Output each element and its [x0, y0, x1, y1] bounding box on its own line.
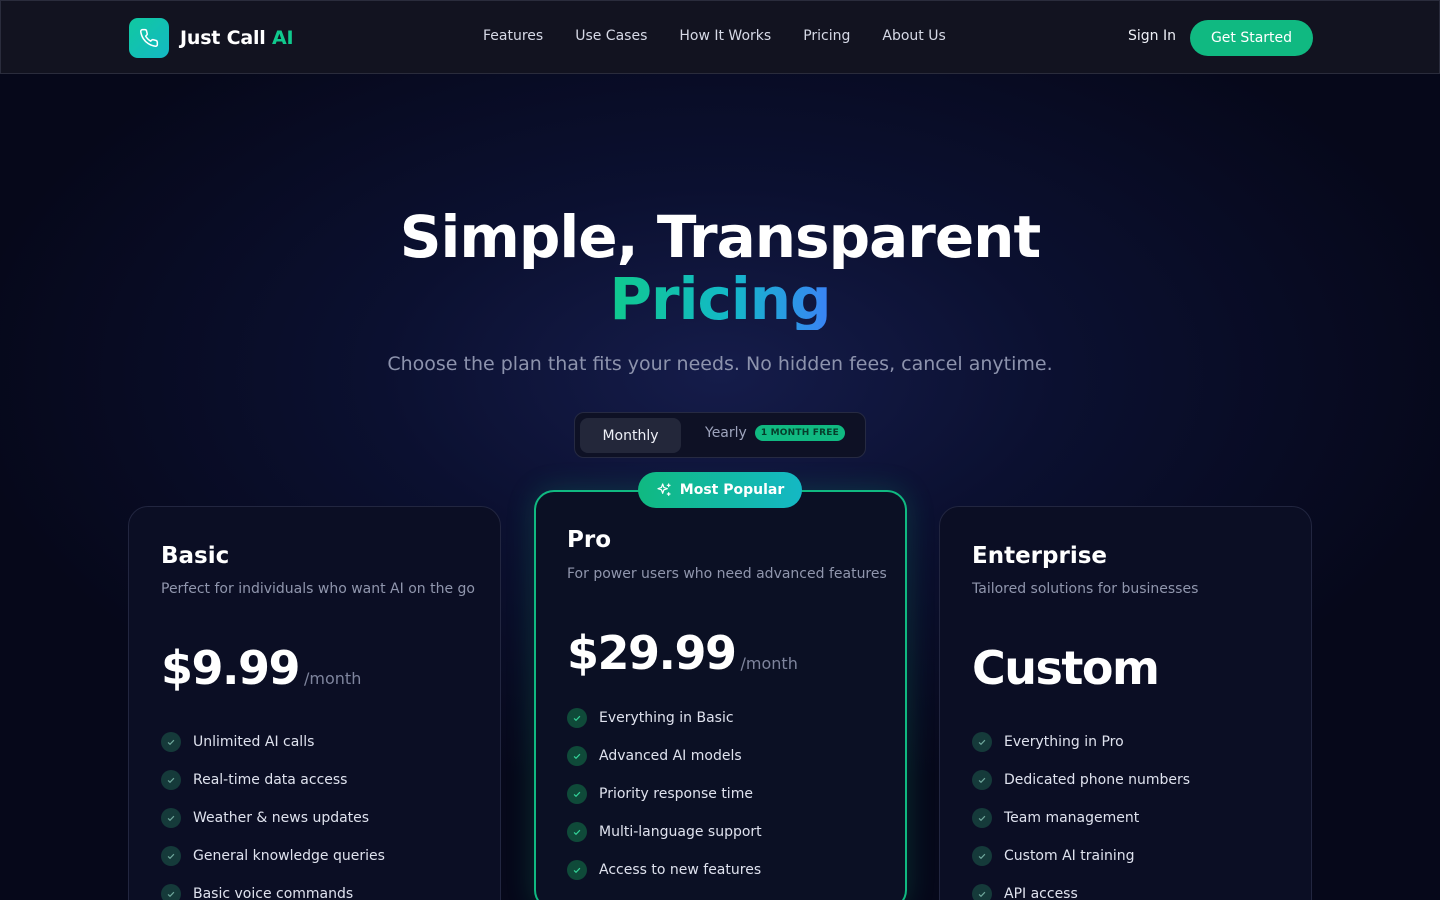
most-popular-badge: Most Popular [638, 472, 802, 508]
plan-name: Basic [161, 543, 230, 569]
check-icon [567, 860, 587, 880]
plan-name: Enterprise [972, 543, 1108, 569]
toggle-yearly-label: Yearly [705, 425, 747, 441]
logo-name: Just Call [180, 27, 266, 49]
logo-text: Just Call AI [180, 27, 294, 49]
plan-card-basic: Basic Perfect for individuals who want A… [128, 506, 501, 900]
feature-label: Real-time data access [193, 772, 348, 788]
get-started-button[interactable]: Get Started [1190, 20, 1313, 56]
check-icon [972, 732, 992, 752]
phone-icon [129, 18, 169, 58]
feature-label: Everything in Basic [599, 710, 734, 726]
list-item: Custom AI training [972, 837, 1190, 875]
plan-features: Everything in Pro Dedicated phone number… [972, 723, 1190, 900]
page-subtitle: Choose the plan that fits your needs. No… [387, 353, 1053, 375]
check-icon [161, 732, 181, 752]
nav-link-how-it-works[interactable]: How It Works [679, 28, 771, 44]
list-item: Unlimited AI calls [161, 723, 385, 761]
title-line-2: Pricing [609, 265, 831, 333]
check-icon [161, 808, 181, 828]
plan-period: /month [304, 669, 362, 688]
list-item: Priority response time [567, 775, 762, 813]
plan-card-enterprise: Enterprise Tailored solutions for busine… [939, 506, 1312, 900]
sparkle-icon [657, 483, 671, 496]
check-icon [161, 846, 181, 866]
feature-label: Multi-language support [599, 824, 762, 840]
toggle-yearly[interactable]: Yearly 1 MONTH FREE [705, 425, 845, 441]
nav-link-use-cases[interactable]: Use Cases [575, 28, 647, 44]
check-icon [972, 884, 992, 900]
feature-label: Dedicated phone numbers [1004, 772, 1191, 788]
list-item: General knowledge queries [161, 837, 385, 875]
title-line-1: Simple, Transparent [399, 203, 1041, 271]
list-item: Everything in Basic [567, 699, 762, 737]
plan-price: $29.99 [567, 626, 737, 680]
sign-in-link[interactable]: Sign In [1128, 28, 1176, 44]
plan-card-pro: Pro For power users who need advanced fe… [534, 490, 907, 900]
feature-label: Everything in Pro [1004, 734, 1124, 750]
list-item: Dedicated phone numbers [972, 761, 1190, 799]
plan-price-row: $29.99 /month [567, 626, 798, 680]
top-navbar: Just Call AI Features Use Cases How It W… [0, 0, 1440, 74]
feature-label: Access to new features [599, 862, 762, 878]
nav-link-pricing[interactable]: Pricing [803, 28, 850, 44]
yearly-discount-badge: 1 MONTH FREE [754, 425, 845, 441]
list-item: Basic voice commands [161, 875, 385, 900]
feature-label: Weather & news updates [193, 810, 370, 826]
check-icon [567, 822, 587, 842]
billing-toggle: Monthly Yearly 1 MONTH FREE [574, 412, 866, 458]
logo-accent: AI [272, 27, 294, 49]
list-item: Real-time data access [161, 761, 385, 799]
check-icon [161, 770, 181, 790]
feature-label: Basic voice commands [193, 886, 354, 900]
feature-label: General knowledge queries [193, 848, 385, 864]
plan-features: Everything in Basic Advanced AI models P… [567, 699, 762, 889]
list-item: Advanced AI models [567, 737, 762, 775]
plan-price: Custom [972, 641, 1160, 695]
plan-description: Tailored solutions for businesses [972, 581, 1199, 597]
feature-label: Priority response time [599, 786, 753, 802]
plan-period: /month [740, 654, 798, 673]
plan-price-row: $9.99 /month [161, 641, 361, 695]
logo[interactable]: Just Call AI [129, 18, 294, 58]
plan-name: Pro [567, 527, 612, 553]
feature-label: API access [1004, 886, 1078, 900]
feature-label: Custom AI training [1004, 848, 1135, 864]
check-icon [161, 884, 181, 900]
list-item: API access [972, 875, 1190, 900]
plan-price: $9.99 [161, 641, 301, 695]
list-item: Weather & news updates [161, 799, 385, 837]
check-icon [567, 708, 587, 728]
feature-label: Advanced AI models [599, 748, 742, 764]
page-title: Simple, Transparent Pricing [0, 206, 1440, 330]
plan-description: Perfect for individuals who want AI on t… [161, 581, 475, 597]
check-icon [972, 846, 992, 866]
check-icon [972, 770, 992, 790]
feature-label: Team management [1004, 810, 1140, 826]
feature-label: Unlimited AI calls [193, 734, 315, 750]
list-item: Everything in Pro [972, 723, 1190, 761]
check-icon [567, 746, 587, 766]
plan-description: For power users who need advanced featur… [567, 566, 887, 582]
nav-links: Features Use Cases How It Works Pricing … [483, 28, 978, 44]
most-popular-label: Most Popular [679, 482, 785, 498]
list-item: Access to new features [567, 851, 762, 889]
toggle-monthly[interactable]: Monthly [580, 418, 681, 453]
nav-link-features[interactable]: Features [483, 28, 543, 44]
nav-link-about-us[interactable]: About Us [882, 28, 945, 44]
check-icon [972, 808, 992, 828]
check-icon [567, 784, 587, 804]
list-item: Team management [972, 799, 1190, 837]
plan-price-row: Custom [972, 641, 1160, 695]
plan-features: Unlimited AI calls Real-time data access… [161, 723, 385, 900]
list-item: Multi-language support [567, 813, 762, 851]
